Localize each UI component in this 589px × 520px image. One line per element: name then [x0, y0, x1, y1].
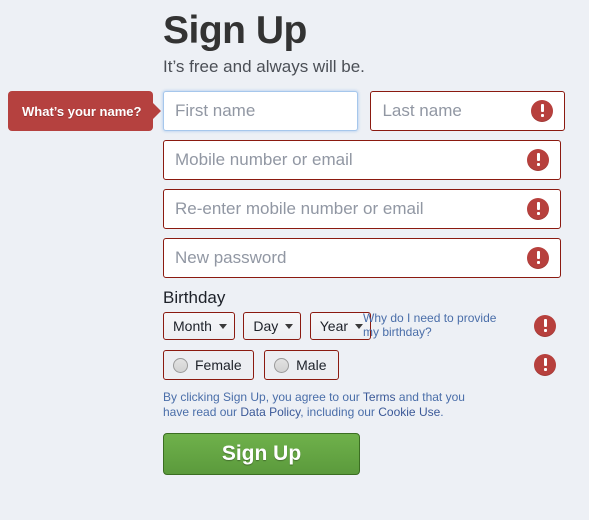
page-subtitle: It’s free and always will be. — [163, 57, 365, 76]
tooltip-arrow-icon — [152, 102, 161, 120]
page-header: Sign Up It’s free and always will be. — [0, 0, 589, 78]
radio-male-icon[interactable] — [274, 357, 290, 373]
first-name-input[interactable]: First name — [163, 91, 358, 131]
legal-part3: , including our — [300, 405, 379, 419]
chevron-down-icon — [355, 324, 364, 329]
error-exclamation-icon — [527, 198, 549, 220]
birthday-month-select[interactable]: Month — [163, 312, 235, 340]
cookie-use-link[interactable]: Cookie Use — [378, 405, 440, 419]
name-tooltip-label: What’s your name? — [22, 103, 142, 119]
legal-part1: By clicking Sign Up, you agree to our — [163, 390, 363, 404]
birthday-month-value: Month — [173, 318, 212, 334]
birthday-row: Month Day Year Why do I need to provide … — [0, 311, 589, 340]
birthday-year-select[interactable]: Year — [309, 312, 372, 340]
gender-row: Female Male — [0, 350, 589, 380]
radio-female-icon[interactable] — [173, 357, 188, 373]
gender-female-label: Female — [195, 357, 242, 373]
data-policy-link[interactable]: Data Policy — [240, 405, 300, 419]
reenter-mobile-or-email-placeholder: Re-enter mobile number or email — [175, 199, 424, 218]
mobile-or-email-placeholder: Mobile number or email — [175, 150, 353, 169]
gender-option-male[interactable]: Male — [264, 350, 339, 380]
reenter-mobile-or-email-row: Re-enter mobile number or email — [0, 189, 589, 229]
name-tooltip: What’s your name? — [8, 91, 161, 131]
new-password-input[interactable]: New password — [163, 238, 561, 278]
last-name-input[interactable]: Last name — [370, 91, 566, 131]
new-password-row: New password — [0, 238, 589, 278]
error-exclamation-icon — [534, 354, 556, 376]
signup-form: What’s your name? First name Last name M… — [0, 91, 589, 475]
reenter-mobile-or-email-input[interactable]: Re-enter mobile number or email — [163, 189, 561, 229]
error-exclamation-icon — [527, 247, 549, 269]
gender-option-female[interactable]: Female — [163, 350, 254, 380]
legal-text: By clicking Sign Up, you agree to our Te… — [0, 390, 483, 420]
birthday-day-value: Day — [253, 318, 279, 334]
error-exclamation-icon — [531, 100, 554, 122]
terms-link[interactable]: Terms — [363, 390, 396, 404]
mobile-or-email-input[interactable]: Mobile number or email — [163, 140, 561, 180]
legal-part4: . — [440, 405, 444, 419]
birthday-label: Birthday — [163, 288, 226, 307]
birthday-day-select[interactable]: Day — [243, 312, 302, 340]
page-title: Sign Up — [163, 9, 307, 52]
last-name-placeholder: Last name — [382, 101, 462, 120]
new-password-placeholder: New password — [175, 248, 287, 267]
submit-row: Sign Up — [0, 433, 589, 475]
sign-up-button[interactable]: Sign Up — [163, 433, 360, 475]
mobile-or-email-row: Mobile number or email — [0, 140, 589, 180]
chevron-down-icon — [218, 324, 227, 329]
gender-male-label: Male — [296, 357, 327, 373]
name-row: What’s your name? First name Last name — [0, 91, 589, 131]
error-exclamation-icon — [527, 149, 549, 171]
error-exclamation-icon — [534, 315, 556, 337]
first-name-placeholder: First name — [175, 101, 256, 120]
birthday-help-link[interactable]: Why do I need to provide my birthday? — [363, 311, 508, 339]
chevron-down-icon — [285, 324, 294, 329]
birthday-year-value: Year — [319, 318, 349, 334]
